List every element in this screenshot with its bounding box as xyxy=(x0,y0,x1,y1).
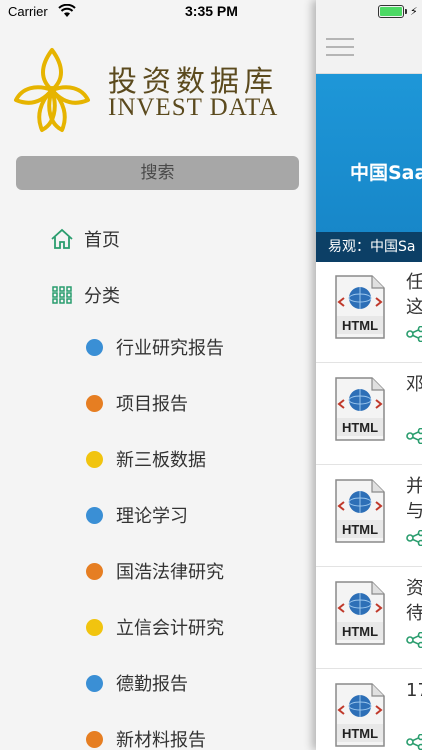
category-dot-icon xyxy=(86,730,103,748)
share-icon[interactable] xyxy=(406,326,422,342)
article-title: 任 这 xyxy=(406,272,422,318)
category-dot-icon xyxy=(86,506,103,524)
share-icon[interactable] xyxy=(406,428,422,444)
article-title: 资 待 xyxy=(406,578,422,624)
category-label: 行业研究报告 xyxy=(116,338,224,359)
html-badge: HTML xyxy=(342,420,378,435)
html-doc-icon: HTML xyxy=(335,581,385,645)
html-doc-icon: HTML xyxy=(335,377,385,441)
side-menu: 投资数据库 INVEST DATA 搜索 首页 分类 行业研究报告 项目报告 新三板… xyxy=(0,0,318,750)
category-item[interactable]: 国浩法律研究 xyxy=(86,556,224,586)
category-dot-icon xyxy=(86,450,103,468)
brand-name-en: INVEST DATA xyxy=(108,94,279,121)
grid-icon xyxy=(52,286,72,304)
category-label: 国浩法律研究 xyxy=(116,562,224,583)
home-icon xyxy=(51,228,73,249)
main-panel: 中国Saa 易观：中国Sa HTML 任 这 HTML 邓 HTML 并 与 HTML 资 待… xyxy=(316,0,422,750)
category-item[interactable]: 行业研究报告 xyxy=(86,332,224,362)
category-label: 德勤报告 xyxy=(116,674,188,695)
article-row[interactable]: HTML 17 xyxy=(316,670,422,750)
nav-item-home[interactable]: 首页 xyxy=(50,224,120,254)
battery-cap xyxy=(405,9,407,14)
battery-icon xyxy=(378,5,404,18)
carrier-label: Carrier xyxy=(8,4,48,19)
category-dot-icon xyxy=(86,674,103,692)
share-icon[interactable] xyxy=(406,734,422,750)
category-label: 项目报告 xyxy=(116,394,188,415)
html-badge: HTML xyxy=(342,318,378,333)
clock: 3:35 PM xyxy=(185,3,238,19)
article-row[interactable]: HTML 资 待 xyxy=(316,568,422,669)
lotus-logo-icon xyxy=(14,48,90,132)
nav-item-category[interactable]: 分类 xyxy=(50,280,120,310)
category-item[interactable]: 德勤报告 xyxy=(86,668,188,698)
article-title: 17 xyxy=(406,680,422,701)
category-item[interactable]: 立信会计研究 xyxy=(86,612,224,642)
category-item[interactable]: 新材料报告 xyxy=(86,724,206,750)
category-dot-icon xyxy=(86,394,103,412)
menu-icon[interactable] xyxy=(326,36,354,58)
category-item[interactable]: 新三板数据 xyxy=(86,444,206,474)
wifi-icon xyxy=(58,4,76,17)
html-badge: HTML xyxy=(342,624,378,639)
search-button[interactable]: 搜索 xyxy=(16,156,299,190)
article-row[interactable]: HTML 并 与 xyxy=(316,466,422,567)
nav-item-home-label: 首页 xyxy=(84,230,120,251)
html-doc-icon: HTML xyxy=(335,275,385,339)
article-title: 邓 xyxy=(406,374,422,395)
category-item[interactable]: 理论学习 xyxy=(86,500,188,530)
article-row[interactable]: HTML 邓 xyxy=(316,364,422,465)
banner-title: 中国Saa xyxy=(350,162,422,184)
category-label: 新材料报告 xyxy=(116,730,206,750)
category-label: 新三板数据 xyxy=(116,450,206,471)
article-row[interactable]: HTML 任 这 xyxy=(316,262,422,363)
category-label: 理论学习 xyxy=(116,506,188,527)
html-badge: HTML xyxy=(342,726,378,741)
share-icon[interactable] xyxy=(406,530,422,546)
html-doc-icon: HTML xyxy=(335,479,385,543)
banner-caption: 易观：中国Sa xyxy=(316,232,422,262)
category-dot-icon xyxy=(86,338,103,356)
charging-icon: ⚡ xyxy=(410,5,418,18)
nav-item-category-label: 分类 xyxy=(84,286,120,307)
share-icon[interactable] xyxy=(406,632,422,648)
category-dot-icon xyxy=(86,562,103,580)
html-badge: HTML xyxy=(342,522,378,537)
article-title: 并 与 xyxy=(406,476,422,522)
category-dot-icon xyxy=(86,618,103,636)
status-bar: Carrier 3:35 PM ⚡ xyxy=(0,0,422,24)
featured-banner[interactable]: 中国Saa 易观：中国Sa xyxy=(316,74,422,262)
html-doc-icon: HTML xyxy=(335,683,385,747)
category-label: 立信会计研究 xyxy=(116,618,224,639)
category-item[interactable]: 项目报告 xyxy=(86,388,188,418)
